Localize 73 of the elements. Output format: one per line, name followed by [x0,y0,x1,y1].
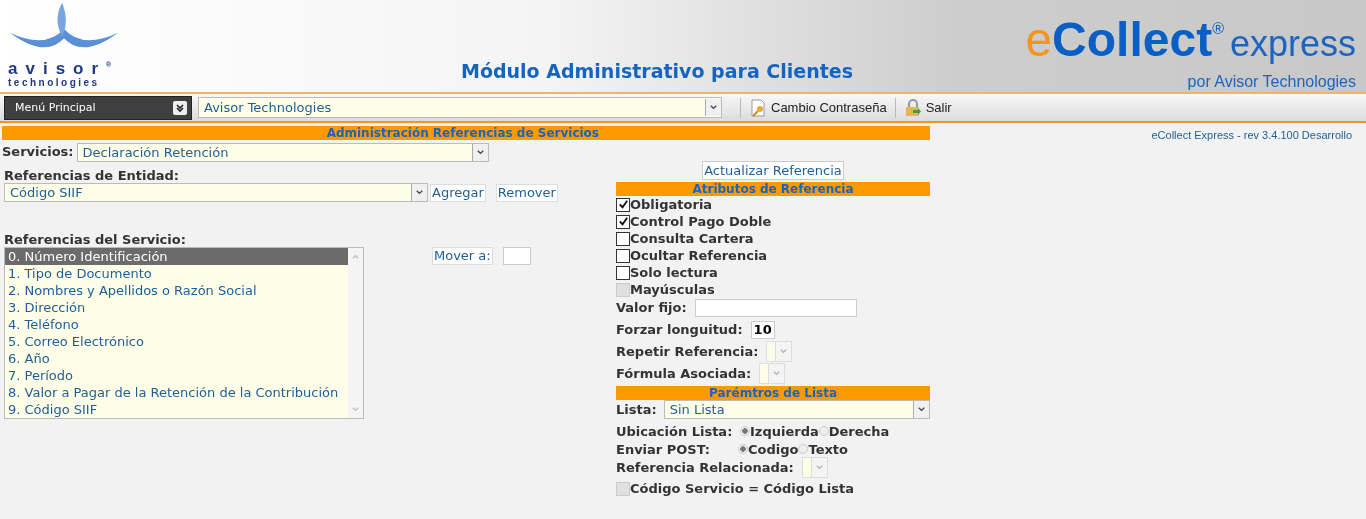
section-header: Parémtros de Lista [616,386,930,400]
small-select[interactable] [766,341,793,362]
checkbox-label: Consulta Cartera [630,231,754,246]
version-text: eCollect Express - rev 3.4.100 Desarrollo [1150,128,1353,143]
field-label: Referencias de Entidad: [3,168,181,183]
checkbox-label: Solo lectura [630,265,718,280]
field-label: Fórmula Asociada: [616,366,752,381]
list-item[interactable]: 8. Valor a Pagar de la Retención de la Contribución [5,384,348,401]
list-item[interactable]: 6. Año [5,350,348,367]
small-select[interactable] [759,363,786,384]
logo-tagline: technologies [8,77,100,89]
field-label: Valor fijo: [616,300,687,315]
checkbox-label: Ocultar Referencia [630,248,768,263]
product-logo: eCollect$^{®}$ express [1025,12,1356,68]
document-key-icon [749,98,767,117]
radio-label: Texto [808,441,848,457]
scroll-up-icon[interactable] [351,252,360,261]
list-item[interactable]: 7. Período [5,367,348,384]
list-item[interactable]: 2. Nombres y Apellidos o Razón Social [5,282,348,299]
service-select[interactable]: Declaración Retención [76,143,489,162]
checkbox-label: Obligatoria [630,197,713,212]
scroll-down-icon[interactable] [351,405,360,414]
page-title: Módulo Administrativo para Clientes [459,60,854,84]
toolbar-button[interactable]: Salir [903,98,952,117]
field-label: Referencia Relacionada: [616,460,794,475]
action-button[interactable]: Remover [495,183,558,202]
list-item[interactable]: 5. Correo Electrónico [5,333,348,350]
radio-label: Codigo [748,441,799,457]
checkbox[interactable] [616,197,630,212]
field-label: Repetir Referencia: [616,344,759,359]
text-input[interactable] [694,298,857,317]
radio-label: Izquierda [750,423,819,439]
radio-button[interactable] [798,444,809,454]
checkbox[interactable] [616,231,630,246]
move-to-button[interactable]: Mover a: [432,247,493,265]
text-input[interactable]: 10 [750,320,775,339]
checkbox-label: Código Servicio = Código Lista [630,481,854,496]
padlock-icon [903,98,922,117]
field-label: Lista: [616,402,657,417]
radio-button[interactable] [740,426,750,436]
action-button[interactable]: Agregar [430,183,486,202]
list-select[interactable]: Sin Lista [663,400,930,419]
field-label: Forzar longuitud: [616,322,743,337]
section-header: Administración Referencias de Servicios [2,126,930,140]
list-item[interactable]: 3. Dirección [5,299,348,316]
small-select[interactable] [801,457,828,478]
list-item[interactable]: 9. Código SIIF [5,401,348,418]
radio-button[interactable] [818,426,829,436]
section-header: Atributos de Referencia [616,182,930,196]
list-item[interactable]: 4. Teléfono [5,316,348,333]
company-select[interactable]: Avisor Technologies [198,97,722,118]
product-byline: por Avisor Technologies [1187,74,1356,90]
field-label: Ubicación Lista: [616,423,734,439]
checkbox-label: Mayúsculas [630,282,715,297]
scrollbar[interactable] [348,248,363,418]
checkbox-label: Control Pago Doble [630,214,772,229]
radio-button[interactable] [738,444,748,454]
main-menu-button[interactable]: Menú Principal [4,95,192,120]
update-reference-button[interactable]: Actualizar Referencia [702,161,844,180]
list-item[interactable]: 1. Tipo de Documento [5,265,348,282]
field-label: Referencias del Servicio: [3,232,187,247]
position-input[interactable] [502,247,531,265]
toolbar-button[interactable]: Cambio Contraseña [749,98,887,117]
logo-brand: avisor$^{®}$ [8,58,112,77]
entity-reference-select[interactable]: Código SIIF [4,183,428,202]
checkbox[interactable] [616,265,630,280]
radio-label: Derecha [828,423,890,439]
checkbox[interactable] [616,248,630,263]
double-chevron-icon [173,100,187,115]
field-label: Enviar POST: [616,441,712,457]
checkbox[interactable] [616,214,630,229]
list-item[interactable]: 0. Número Identificación [5,248,348,265]
field-label: Servicios: [2,143,74,159]
